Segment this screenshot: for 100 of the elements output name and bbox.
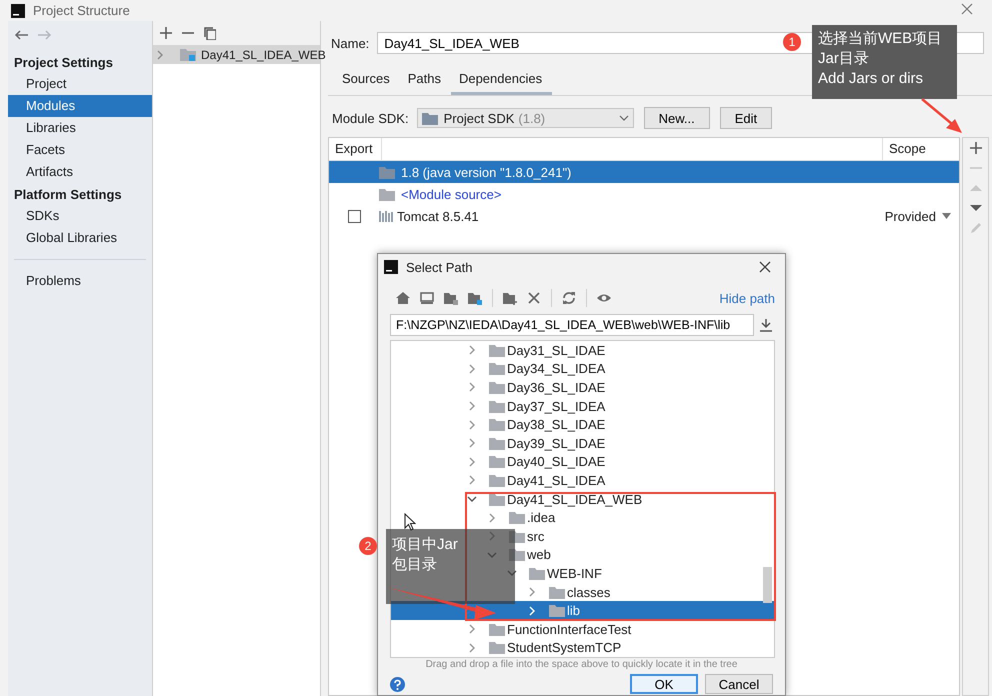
monitor-icon[interactable] — [420, 291, 434, 305]
button[interactable]: New... — [644, 107, 710, 129]
folder-name: classes — [567, 584, 610, 600]
help-icon[interactable] — [390, 676, 405, 692]
checkbox[interactable] — [348, 210, 360, 222]
tree-row[interactable]: Day39_SL_IDAE — [391, 434, 774, 453]
cursor-icon — [404, 513, 416, 531]
folder-name: Day41_SL_IDEA_WEB — [507, 492, 642, 507]
scope-dropdown[interactable]: Provided — [884, 208, 959, 224]
tree-row[interactable]: FunctionInterfaceTest — [391, 620, 774, 638]
tree-row[interactable]: Day37_SL_IDEA — [391, 396, 774, 416]
folder-name: Day31_SL_IDAE — [507, 342, 606, 358]
folder-icon[interactable] — [468, 291, 482, 305]
sidebar-item[interactable]: Artifacts — [8, 161, 152, 183]
tree-row[interactable]: StudentSystemTCP — [391, 638, 774, 657]
folder-icon — [422, 112, 438, 124]
sidebar-item[interactable]: Problems — [8, 270, 152, 292]
chevron-right-icon[interactable] — [467, 623, 477, 636]
dependency-name: Tomcat 8.5.41 — [397, 208, 479, 224]
chevron-right-icon[interactable] — [467, 437, 477, 450]
chevron-right-icon[interactable] — [527, 586, 537, 598]
add-icon[interactable] — [970, 142, 982, 154]
chevron-right-icon[interactable] — [467, 381, 477, 394]
sidebar-item[interactable]: Global Libraries — [8, 227, 152, 249]
table-row[interactable]: Tomcat 8.5.41 Provided — [329, 205, 959, 227]
home-icon[interactable] — [396, 291, 410, 305]
move-down-icon[interactable] — [970, 202, 982, 214]
tree-row[interactable]: Day31_SL_IDAE — [391, 341, 774, 360]
folder-name: src — [527, 528, 544, 544]
tree-row[interactable]: Day41_SL_IDEA_WEB — [391, 490, 774, 508]
caret-icon — [942, 213, 951, 219]
folder-icon — [529, 566, 545, 580]
chevron-right-icon[interactable] — [467, 362, 477, 375]
folder-icon — [489, 455, 505, 468]
delete-icon[interactable] — [527, 291, 541, 305]
path-field[interactable]: F:\NZGP\NZ\IEDA\Day41_SL_IDEA_WEB\web\WEB-INF\lib — [390, 314, 754, 336]
chevron-right-icon[interactable] — [467, 418, 477, 431]
folder-name: Day38_SL_IDAE — [507, 417, 606, 432]
close-icon[interactable] — [961, 3, 973, 15]
table-row[interactable]: <Module source> — [329, 183, 959, 205]
chevron-right-icon[interactable] — [467, 456, 477, 468]
close-icon[interactable] — [759, 261, 771, 273]
button[interactable]: OK — [630, 674, 698, 694]
sdk-dropdown[interactable]: Project SDK (1.8) — [416, 108, 634, 128]
hide-path-link[interactable]: Hide path — [719, 290, 775, 306]
button[interactable]: Edit — [720, 107, 772, 129]
tree-row[interactable]: Day36_SL_IDAE — [391, 378, 774, 397]
folder-icon — [489, 380, 505, 394]
logo-icon — [11, 4, 25, 18]
folder-icon — [489, 344, 505, 357]
folder-icon — [489, 436, 505, 450]
folder-icon — [379, 188, 395, 200]
folder-name: lib — [567, 603, 580, 618]
sidebar-item[interactable]: Project — [8, 73, 152, 95]
folder-icon — [489, 400, 505, 413]
callout-text: 选择当前WEB项目 — [818, 29, 944, 49]
add-icon[interactable] — [160, 27, 172, 39]
copy-icon[interactable] — [204, 27, 216, 40]
tree-row[interactable]: Day40_SL_IDAE — [391, 452, 774, 472]
folder-name: StudentSystemTCP — [507, 640, 622, 656]
sidebar-item[interactable]: SDKs — [8, 205, 152, 227]
section-heading: Platform Settings — [13, 186, 123, 204]
download-icon[interactable] — [760, 318, 772, 332]
button[interactable]: Cancel — [705, 674, 773, 694]
tree-row[interactable]: .idea — [391, 508, 774, 527]
tab[interactable]: Dependencies — [450, 68, 552, 95]
callout-text: 项目中Jar — [392, 535, 459, 555]
window-title: Project Structure — [33, 3, 130, 18]
callout-text: 包目录 — [392, 555, 438, 575]
refresh-icon[interactable] — [562, 291, 576, 305]
tab[interactable]: Paths — [400, 68, 451, 95]
folder-name: Day37_SL_IDEA — [507, 398, 606, 414]
folder-icon — [379, 166, 395, 178]
folder-name: .idea — [527, 510, 556, 526]
tree-row[interactable]: Day41_SL_IDEA — [391, 471, 774, 490]
folder-name: WEB-INF — [547, 566, 602, 581]
scrollbar-thumb[interactable] — [763, 567, 772, 603]
folder-name: web — [527, 547, 551, 562]
module-name: Day41_SL_IDEA_WEB — [201, 48, 326, 62]
new-folder-icon[interactable] — [503, 291, 517, 305]
tree-row[interactable]: Day38_SL_IDAE — [391, 415, 774, 434]
folder-name: Day36_SL_IDAE — [507, 380, 606, 395]
chevron-right-icon[interactable] — [467, 344, 477, 356]
tree-row[interactable]: Day34_SL_IDEA — [391, 360, 774, 378]
dependency-name: 1.8 (java version "1.8.0_241") — [401, 164, 572, 180]
back-arrow-icon[interactable] — [14, 29, 28, 41]
chevron-right-icon[interactable] — [467, 642, 477, 654]
callout-text: Add Jars or dirs — [818, 69, 924, 89]
chevron-right-icon[interactable] — [487, 512, 497, 524]
chevron-right-icon[interactable] — [467, 400, 477, 412]
sidebar-item[interactable]: Modules — [8, 95, 152, 117]
sidebar-item[interactable]: Facets — [8, 139, 152, 161]
chevron-right-icon[interactable] — [527, 604, 537, 617]
folder-icon — [549, 586, 565, 599]
folder-icon[interactable] — [444, 291, 458, 305]
sidebar-item[interactable]: Libraries — [8, 117, 152, 139]
tab[interactable]: Sources — [334, 68, 400, 95]
chevron-right-icon[interactable] — [467, 474, 477, 486]
table-row[interactable]: 1.8 (java version "1.8.0_241") — [329, 161, 959, 183]
column-header: Scope — [882, 138, 959, 160]
